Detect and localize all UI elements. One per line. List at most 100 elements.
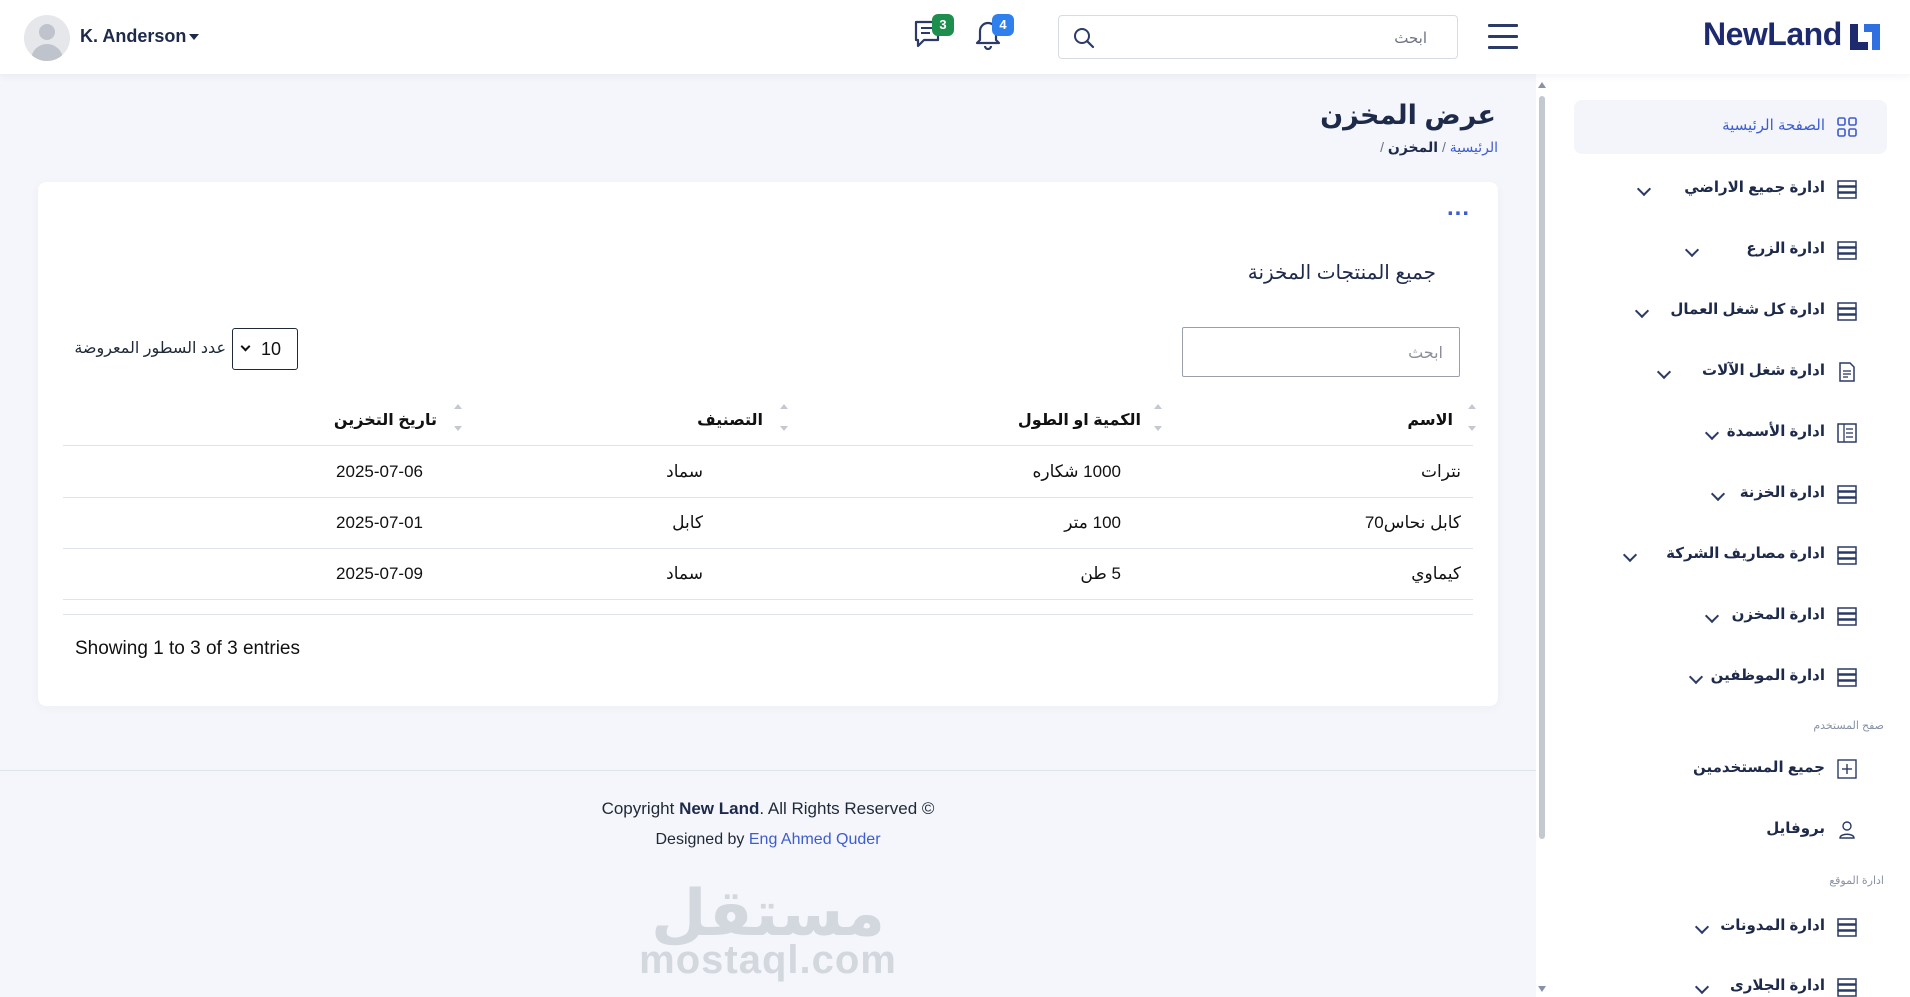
copyright-text: Copyright New Land. All Rights Reserved … <box>0 799 1536 819</box>
cell-storage-date: 2025-07-09 <box>336 564 423 583</box>
brand-logo-icon <box>1850 24 1880 50</box>
sidebar-item-label: ادارة المخزن <box>1731 606 1825 623</box>
scroll-up-arrow-icon[interactable] <box>1538 82 1546 88</box>
sort-icon <box>779 404 789 434</box>
rows-per-page-value: 10 <box>261 339 282 359</box>
designer-link[interactable]: Eng Ahmed Quder <box>749 831 881 848</box>
notifications-badge: 4 <box>992 14 1014 36</box>
sidebar-item-treasury[interactable]: ادارة الخزنة <box>1574 467 1887 521</box>
main-scrollbar-thumb[interactable] <box>1539 96 1545 839</box>
cell-name: كابل نحاس70 <box>1364 513 1461 532</box>
card-menu-button[interactable]: ... <box>1447 194 1470 222</box>
sidebar-item-all-users[interactable]: جميع المستخدمين <box>1574 742 1887 796</box>
table-row: نترات 1000 شكاره سماد 2025-07-06 <box>63 447 1473 498</box>
watermark-latin: mostaql.com <box>639 938 897 982</box>
search-icon[interactable] <box>1073 27 1095 49</box>
column-header-name[interactable]: الاسم <box>1163 394 1476 446</box>
table-search-input[interactable]: ابحث <box>1182 327 1460 377</box>
sidebar-item-gallery[interactable]: ادارة الجلارى <box>1574 960 1887 997</box>
column-header-label: تاريخ التخزين <box>333 412 437 429</box>
sidebar-item-label: ادارة الزرع <box>1746 240 1825 257</box>
server-icon <box>1837 668 1857 687</box>
sidebar-item-home[interactable]: الصفحة الرئيسية <box>1574 100 1887 154</box>
user-icon <box>1839 821 1855 839</box>
sort-icon <box>453 404 463 434</box>
designed-prefix: Designed by <box>655 831 749 848</box>
column-header-storage-date[interactable]: تاريخ التخزين <box>63 394 463 446</box>
table-footer-divider <box>63 614 1473 615</box>
breadcrumb-home-link[interactable]: الرئيسية <box>1450 139 1498 155</box>
page-title: عرض المخزن <box>1320 100 1496 130</box>
server-icon <box>1837 241 1857 260</box>
sidebar-item-machines[interactable]: ادارة شغل الآلات <box>1574 345 1887 399</box>
table-row: كيماوي 5 طن سماد 2025-07-09 <box>63 549 1473 600</box>
menu-toggle-button[interactable] <box>1488 24 1518 50</box>
sidebar-item-expenses[interactable]: ادارة مصاريف الشركة <box>1574 528 1887 582</box>
server-icon <box>1837 302 1857 321</box>
copyright-brand: New Land <box>679 799 760 818</box>
sidebar-item-label: ادارة الأسمدة <box>1726 423 1825 440</box>
sidebar-item-label: ادارة شغل الآلات <box>1702 362 1825 379</box>
sidebar-item-planting[interactable]: ادارة الزرع <box>1574 223 1887 277</box>
chevron-down-icon <box>1656 364 1672 380</box>
sidebar-section-site-admin: ادارة الموقع <box>1829 875 1884 887</box>
messages-badge: 3 <box>932 14 954 36</box>
chevron-down-icon <box>1704 425 1720 441</box>
warehouse-products-card: ... جميع المنتجات المخزنة ابحث 10 عدد ال… <box>38 182 1498 706</box>
table-info-text: Showing 1 to 3 of 3 entries <box>75 638 300 659</box>
cell-storage-date: 2025-07-01 <box>336 513 423 532</box>
sort-icon <box>1153 404 1163 434</box>
chevron-down-icon <box>1694 979 1710 995</box>
sidebar-item-label: ادارة جميع الاراضي <box>1684 179 1825 196</box>
chevron-down-icon <box>1710 486 1726 502</box>
table-header-row: الاسم الكمية او الطول التصنيف تاريخ التخ… <box>63 394 1476 446</box>
sidebar-item-profile[interactable]: بروفايل <box>1574 803 1887 857</box>
column-header-label: التصنيف <box>697 412 763 429</box>
rows-per-page-select[interactable]: 10 <box>232 328 298 370</box>
cell-category: سماد <box>666 462 703 481</box>
user-avatar[interactable] <box>24 15 70 61</box>
server-icon <box>1837 546 1857 565</box>
header-search-input[interactable]: ابحث <box>1058 15 1458 59</box>
sidebar-item-label: ادارة الموظفين <box>1710 667 1825 684</box>
hamburger-line <box>1488 35 1518 38</box>
cell-storage-date: 2025-07-06 <box>336 462 423 481</box>
chevron-down-icon <box>1704 608 1720 624</box>
chevron-down-icon <box>1636 181 1652 197</box>
messages-button[interactable]: 3 <box>912 14 954 56</box>
sidebar-section-user-pages: صفح المستخدم <box>1813 720 1884 732</box>
avatar-head <box>39 24 55 40</box>
grid-icon <box>1837 117 1857 137</box>
brand-logo-text[interactable]: NewLand <box>1703 16 1842 53</box>
cell-quantity: 1000 شكاره <box>1032 462 1121 481</box>
user-name-dropdown[interactable]: K. Anderson <box>80 26 186 47</box>
sidebar-item-employees[interactable]: ادارة الموظفين <box>1574 650 1887 704</box>
rows-per-page-label: عدد السطور المعروضة <box>74 340 226 357</box>
caret-down-icon[interactable] <box>189 34 199 40</box>
sidebar-item-blogs[interactable]: ادارة المدونات <box>1574 900 1887 954</box>
chevron-down-icon <box>1694 919 1710 935</box>
chevron-down-icon <box>240 341 251 352</box>
column-header-label: الاسم <box>1407 412 1453 429</box>
server-icon <box>1837 607 1857 626</box>
server-icon <box>1837 918 1857 937</box>
sort-icon <box>1467 404 1477 434</box>
sidebar-item-label: جميع المستخدمين <box>1692 759 1825 776</box>
designed-by-text: Designed by Eng Ahmed Quder <box>0 831 1536 849</box>
scroll-down-arrow-icon[interactable] <box>1538 986 1546 992</box>
sidebar-item-fertilizers[interactable]: ادارة الأسمدة <box>1574 406 1887 460</box>
sidebar-item-warehouse[interactable]: ادارة المخزن <box>1574 589 1887 643</box>
server-icon <box>1837 180 1857 199</box>
sidebar-item-label: ادارة كل شغل العمال <box>1670 301 1825 318</box>
copyright-prefix: Copyright <box>601 799 680 818</box>
sidebar-item-lands[interactable]: ادارة جميع الاراضي <box>1574 162 1887 216</box>
top-header: K. Anderson 3 4 ابحث NewLand <box>0 0 1910 74</box>
hamburger-line <box>1488 46 1518 49</box>
plus-square-icon <box>1837 759 1857 779</box>
sidebar-item-workers[interactable]: ادارة كل شغل العمال <box>1574 284 1887 338</box>
notifications-button[interactable]: 4 <box>972 14 1014 56</box>
cell-category: كابل <box>672 513 703 532</box>
hamburger-line <box>1488 24 1518 27</box>
breadcrumb-current: المخزن <box>1387 139 1439 155</box>
copyright-suffix: . All Rights Reserved © <box>759 799 935 818</box>
